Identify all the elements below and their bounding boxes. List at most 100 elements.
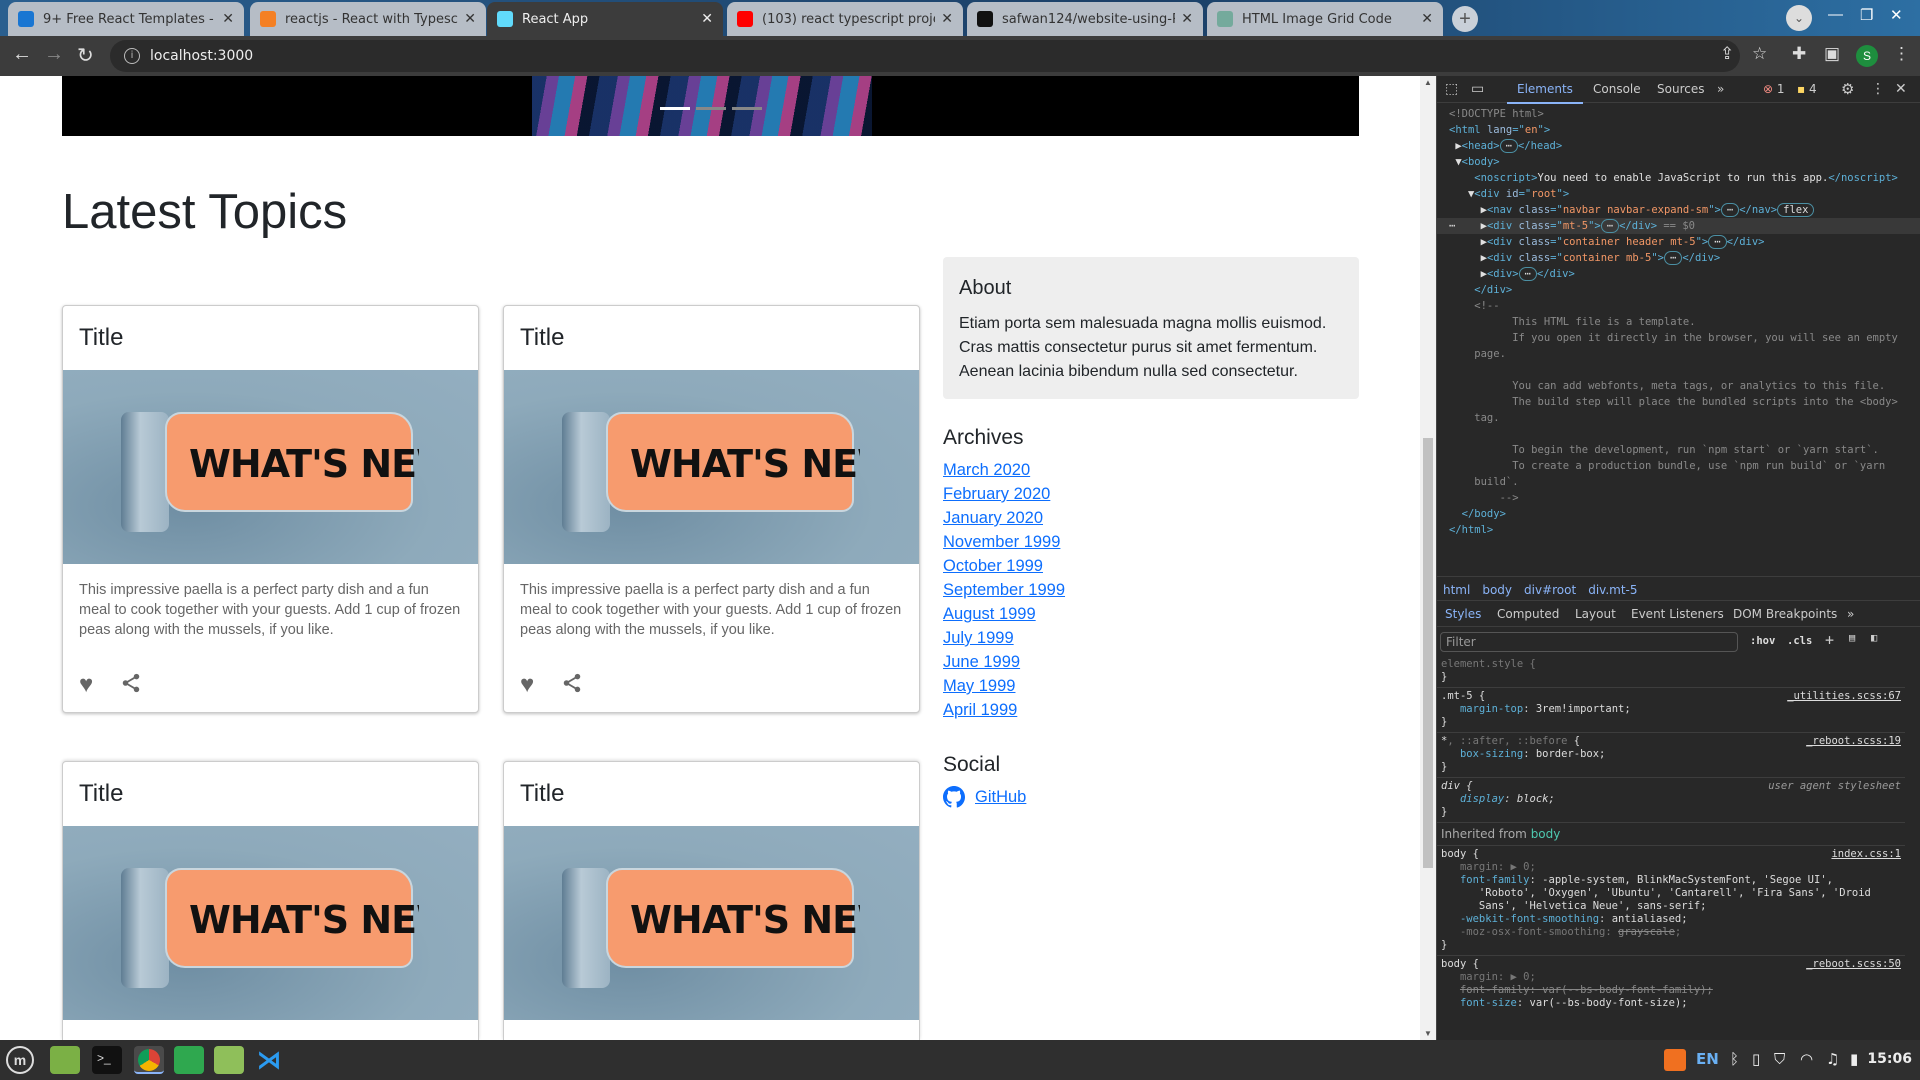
settings-gear-icon[interactable]: ⚙: [1841, 80, 1854, 98]
style-tab[interactable]: Event Listeners: [1631, 607, 1724, 621]
dom-node-line[interactable]: ▼<div id="root">: [1437, 186, 1920, 202]
tab-close-icon[interactable]: ✕: [1421, 11, 1433, 27]
tab-close-icon[interactable]: ✕: [222, 11, 234, 27]
archive-link[interactable]: February 2020: [943, 482, 1065, 506]
address-bar[interactable]: i localhost:3000: [110, 40, 1740, 72]
share-icon[interactable]: ⇪: [1720, 44, 1734, 64]
reload-button[interactable]: ↻: [77, 43, 94, 68]
archive-link[interactable]: July 1999: [943, 626, 1065, 650]
tab-3[interactable]: React App ✕: [487, 2, 723, 36]
dom-node-line[interactable]: <!--: [1437, 298, 1920, 314]
tab-sources[interactable]: Sources: [1657, 82, 1704, 96]
restore-button[interactable]: ❐: [1860, 6, 1873, 24]
bluetooth-icon[interactable]: ᛒ: [1730, 1050, 1739, 1068]
inspect-element-icon[interactable]: ⬚: [1445, 81, 1458, 97]
dom-tree[interactable]: <!DOCTYPE html> <html lang="en"> ▶<head> ⋯…: [1437, 106, 1920, 538]
keyboard-layout[interactable]: EN: [1696, 1050, 1719, 1068]
archive-link[interactable]: September 1999: [943, 578, 1065, 602]
dom-node-line[interactable]: page.: [1437, 346, 1920, 362]
tab-close-icon[interactable]: ✕: [1181, 11, 1193, 27]
tab-6[interactable]: HTML Image Grid Code ✕: [1207, 2, 1443, 36]
dom-node-line[interactable]: ▼<body>: [1437, 154, 1920, 170]
style-tab[interactable]: DOM Breakpoints: [1733, 607, 1837, 621]
archive-link[interactable]: March 2020: [943, 458, 1065, 482]
show-desktop-icon[interactable]: [50, 1046, 80, 1074]
bookmark-star-icon[interactable]: ☆: [1752, 44, 1767, 64]
dom-node-line[interactable]: ▶<head> ⋯ </head>: [1437, 138, 1920, 154]
extensions-icon[interactable]: ✚: [1792, 44, 1806, 64]
dom-node-line[interactable]: You can add webfonts, meta tags, or anal…: [1437, 378, 1920, 394]
tab-5[interactable]: safwan124/website-using-Re ✕: [967, 2, 1203, 36]
close-devtools-icon[interactable]: ✕: [1895, 81, 1907, 97]
xampp-icon[interactable]: [1664, 1049, 1686, 1071]
terminal-icon[interactable]: >_: [92, 1046, 122, 1074]
vscode-icon[interactable]: ⋊: [254, 1046, 284, 1074]
new-tab-button[interactable]: +: [1452, 6, 1478, 32]
tab-2[interactable]: reactjs - React with Typescrip ✕: [250, 2, 486, 36]
dom-node-line[interactable]: <noscript>You need to enable JavaScript …: [1437, 170, 1920, 186]
site-info-icon[interactable]: i: [124, 48, 140, 64]
chrome-taskbar-icon[interactable]: [134, 1046, 164, 1074]
tab-4[interactable]: (103) react typescript project ✕: [727, 2, 963, 36]
dom-node-line[interactable]: To create a production bundle, use `npm …: [1437, 458, 1920, 474]
dom-node-line[interactable]: [1437, 362, 1920, 378]
dom-node-line[interactable]: This HTML file is a template.: [1437, 314, 1920, 330]
dom-node-line[interactable]: ▶<div class="container header mt-5"> ⋯ </d…: [1437, 234, 1920, 250]
files-icon[interactable]: [214, 1046, 244, 1074]
dom-node-line[interactable]: ▶<nav class="navbar navbar-expand-sm"> ⋯ <…: [1437, 202, 1920, 218]
paint-icon[interactable]: ▤: [1849, 632, 1855, 644]
style-tab[interactable]: Styles: [1445, 607, 1481, 621]
sidebar-toggle-icon[interactable]: ◧: [1871, 632, 1877, 644]
dom-node-line[interactable]: -->: [1437, 490, 1920, 506]
device-toolbar-icon[interactable]: ▭: [1471, 81, 1484, 97]
back-button[interactable]: ←: [12, 43, 32, 66]
archive-link[interactable]: August 1999: [943, 602, 1065, 626]
page-scrollbar[interactable]: ▲ ▼: [1420, 76, 1436, 1040]
clock[interactable]: 15:06: [1867, 1051, 1912, 1067]
dom-node-line[interactable]: ▶<div> ⋯ </div>: [1437, 266, 1920, 282]
scrollbar-thumb[interactable]: [1423, 438, 1433, 868]
tab-1[interactable]: 9+ Free React Templates - Ma ✕: [8, 2, 244, 36]
style-tab[interactable]: Layout: [1575, 607, 1616, 621]
dom-node-line[interactable]: </html>: [1437, 522, 1920, 538]
tab-close-icon[interactable]: ✕: [701, 11, 713, 27]
warning-count[interactable]: ▪ 4: [1797, 82, 1817, 96]
hov-toggle[interactable]: :hov: [1750, 635, 1775, 647]
dom-node-line[interactable]: To begin the development, run `npm start…: [1437, 442, 1920, 458]
error-count[interactable]: ⊗ 1: [1763, 82, 1785, 96]
menu-kebab-icon[interactable]: ⋮: [1893, 44, 1910, 64]
sound-icon[interactable]: ♫: [1826, 1050, 1839, 1068]
profile-avatar[interactable]: S: [1856, 45, 1878, 67]
breadcrumb-item[interactable]: div#root: [1524, 583, 1576, 597]
share-icon[interactable]: [120, 672, 142, 699]
style-tab[interactable]: Computed: [1497, 607, 1559, 621]
mint-menu-icon[interactable]: m: [6, 1046, 34, 1074]
archive-link[interactable]: October 1999: [943, 554, 1065, 578]
dom-node-line[interactable]: ⋯ ▶<div class="mt-5"> ⋯ </div> == $0: [1437, 218, 1920, 234]
carousel-indicator-1[interactable]: [660, 107, 690, 110]
carousel-indicator-3[interactable]: [732, 107, 762, 110]
archive-link[interactable]: June 1999: [943, 650, 1065, 674]
side-panel-icon[interactable]: ▣: [1824, 44, 1840, 64]
shield-icon[interactable]: ⛉: [1774, 1050, 1785, 1068]
battery-icon[interactable]: ▮: [1850, 1050, 1858, 1068]
cls-toggle[interactable]: .cls: [1787, 635, 1812, 647]
breadcrumb-item[interactable]: div.mt-5: [1588, 583, 1637, 597]
dom-node-line[interactable]: build`.: [1437, 474, 1920, 490]
dom-node-line[interactable]: ▶<div class="container mb-5"> ⋯ </div>: [1437, 250, 1920, 266]
tab-close-icon[interactable]: ✕: [941, 11, 953, 27]
dom-node-line[interactable]: <html lang="en">: [1437, 122, 1920, 138]
more-style-tabs-icon[interactable]: »: [1847, 607, 1854, 621]
new-rule-plus-icon[interactable]: +: [1825, 631, 1834, 649]
archive-link[interactable]: April 1999: [943, 698, 1065, 722]
more-tabs-icon[interactable]: »: [1717, 82, 1724, 96]
breadcrumb-item[interactable]: body: [1482, 583, 1512, 597]
tab-close-icon[interactable]: ✕: [464, 11, 476, 27]
github-link[interactable]: GitHub: [975, 785, 1026, 809]
carousel-indicator-2[interactable]: [696, 107, 726, 110]
tab-elements[interactable]: Elements: [1507, 82, 1583, 104]
dom-node-line[interactable]: </div>: [1437, 282, 1920, 298]
dom-node-line[interactable]: tag.: [1437, 410, 1920, 426]
close-window-button[interactable]: ✕: [1890, 6, 1903, 24]
archive-link[interactable]: January 2020: [943, 506, 1065, 530]
